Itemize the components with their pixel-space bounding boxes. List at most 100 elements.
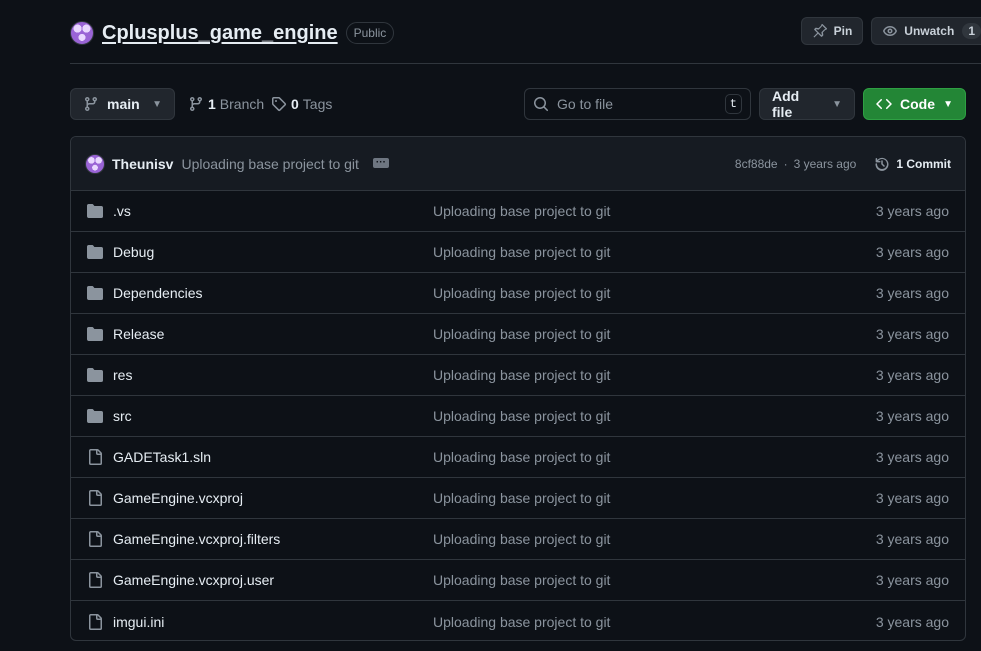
latest-commit-bar: Theunisv Uploading base project to git ·… [71,137,965,191]
branches-link[interactable]: 1 Branch [188,88,264,120]
branch-icon [188,96,204,112]
file-age: 3 years ago [875,367,949,383]
file-name-link[interactable]: res [113,367,433,383]
file-name-link[interactable]: GameEngine.vcxproj [113,490,433,506]
file-age: 3 years ago [875,285,949,301]
file-commit-message-link[interactable]: Uploading base project to git [433,326,876,342]
file-name-link[interactable]: imgui.ini [113,614,433,630]
owner-avatar[interactable] [70,21,94,45]
branch-selector[interactable]: main ▼ [70,88,175,120]
commit-meta: 8cf88de · 3 years ago 1 Commit [735,156,951,172]
unwatch-label: Unwatch [904,24,955,38]
file-icon [87,531,103,547]
file-row[interactable]: GameEngine.vcxproj.filters Uploading base… [71,519,965,560]
file-commit-message-link[interactable]: Uploading base project to git [433,367,876,383]
header-divider [70,63,981,64]
history-icon [874,156,890,172]
file-row[interactable]: imgui.ini Uploading base project to git 3 … [71,601,965,640]
repo-page: Cplusplus_game_engine Public Pin Unwatch… [0,0,981,651]
file-commit-message-link[interactable]: Uploading base project to git [433,449,876,465]
folder-icon [87,367,103,383]
file-commit-message-link[interactable]: Uploading base project to git [433,572,876,588]
chevron-down-icon: ▼ [152,98,162,110]
repo-header: Cplusplus_game_engine Public Pin Unwatch… [70,17,981,47]
code-icon [876,96,892,112]
folder-icon [87,203,103,219]
file-commit-message-link[interactable]: Uploading base project to git [433,531,876,547]
pin-label: Pin [833,24,853,38]
file-list: .vs Uploading base project to git 3 years … [71,191,965,640]
file-row[interactable]: GADETask1.sln Uploading base project to g… [71,437,965,478]
go-to-file-search[interactable]: t [524,88,751,120]
file-row[interactable]: src Uploading base project to git 3 years … [71,396,965,437]
file-row[interactable]: Release Uploading base project to git 3 ye… [71,314,965,355]
commit-hash-link[interactable]: 8cf88de [735,157,778,171]
file-commit-message-link[interactable]: Uploading base project to git [433,490,876,506]
pin-button[interactable]: Pin [800,17,864,45]
commits-history-link[interactable]: 1 Commit [874,156,951,172]
tag-count: 0 [291,96,299,112]
search-input[interactable] [557,96,717,112]
file-commit-message-link[interactable]: Uploading base project to git [433,244,876,260]
unwatch-button[interactable]: Unwatch 1 [871,17,981,45]
folder-icon [87,326,103,342]
code-button[interactable]: Code ▼ [863,88,966,120]
file-commit-message-link[interactable]: Uploading base project to git [433,408,876,424]
folder-icon [87,408,103,424]
file-row[interactable]: Debug Uploading base project to git 3 year… [71,232,965,273]
branch-icon [83,96,99,112]
file-name-link[interactable]: src [113,408,433,424]
file-row[interactable]: GameEngine.vcxproj.user Uploading base pr… [71,560,965,601]
branch-count-label: Branch [219,96,265,112]
file-row[interactable]: Dependencies Uploading base project to gi… [71,273,965,314]
commit-age: 3 years ago [793,156,857,171]
visibility-badge: Public [345,22,395,44]
file-name-link[interactable]: GameEngine.vcxproj.user [113,572,433,588]
branch-name: main [107,96,140,112]
tags-link[interactable]: 0 Tags [271,88,332,120]
file-age: 3 years ago [875,326,949,342]
file-age: 3 years ago [875,490,949,506]
file-name-link[interactable]: Debug [113,244,433,260]
file-commit-message-link[interactable]: Uploading base project to git [433,614,876,630]
file-row[interactable]: res Uploading base project to git 3 years … [71,355,965,396]
file-age: 3 years ago [875,203,949,219]
file-age: 3 years ago [875,244,949,260]
file-icon [87,572,103,588]
tag-icon [271,96,287,112]
expand-commit-message-icon[interactable]: ··· [372,157,389,168]
file-icon [87,449,103,465]
tag-count-label: Tags [302,96,333,112]
file-commit-message-link[interactable]: Uploading base project to git [433,285,876,301]
folder-icon [87,285,103,301]
repo-name-link[interactable]: Cplusplus_game_engine [102,22,338,45]
file-age: 3 years ago [875,572,949,588]
file-icon [87,490,103,506]
keyboard-shortcut-hint: t [724,94,742,114]
file-row[interactable]: GameEngine.vcxproj Uploading base project… [71,478,965,519]
chevron-down-icon: ▼ [832,98,842,110]
file-name-link[interactable]: .vs [113,203,433,219]
file-name-link[interactable]: GADETask1.sln [113,449,433,465]
file-name-link[interactable]: Release [113,326,433,342]
eye-icon [882,23,898,39]
add-file-label: Add file [772,88,800,120]
file-name-link[interactable]: GameEngine.vcxproj.filters [113,531,433,547]
commit-message-link[interactable]: Uploading base project to git [181,156,358,172]
file-table: Theunisv Uploading base project to git ·… [70,136,966,641]
repo-actions: Pin Unwatch 1 [800,17,981,45]
file-name-link[interactable]: Dependencies [113,285,433,301]
commit-separator: · [783,156,788,171]
file-row[interactable]: .vs Uploading base project to git 3 years … [71,191,965,232]
commit-author-link[interactable]: Theunisv [112,156,173,172]
add-file-button[interactable]: Add file ▼ [759,88,855,120]
commits-count-label: 1 Commit [896,156,951,171]
chevron-down-icon: ▼ [943,98,953,110]
file-icon [87,613,103,630]
code-label: Code [900,96,935,112]
file-commit-message-link[interactable]: Uploading base project to git [433,203,876,219]
file-age: 3 years ago [875,449,949,465]
file-toolbar: main ▼ 1 Branch 0 Tags t Add file [70,88,966,120]
file-age: 3 years ago [875,408,949,424]
author-avatar[interactable] [85,153,105,174]
